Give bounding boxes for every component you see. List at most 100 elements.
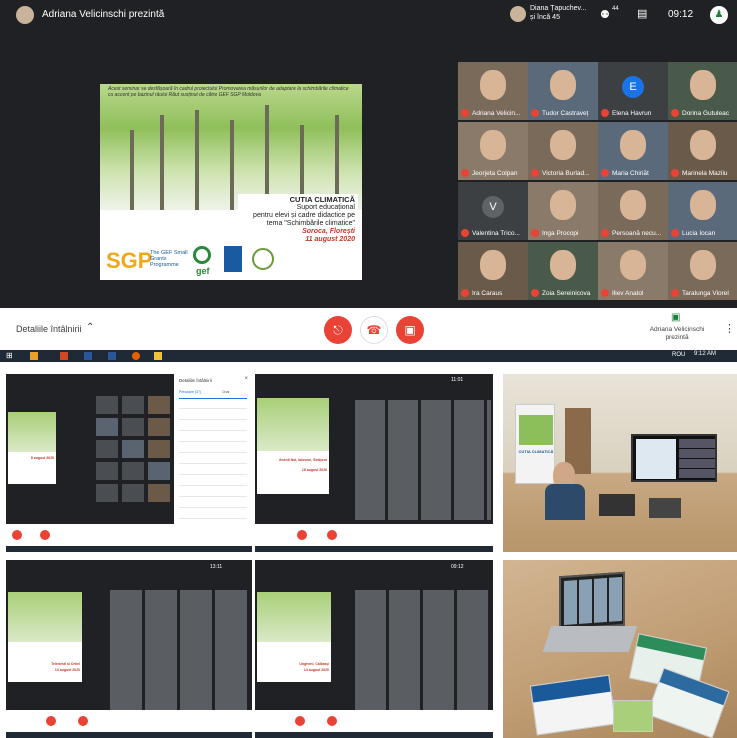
participant-tile[interactable]: Iliev Anatol xyxy=(598,242,668,300)
participant-tile[interactable]: Ira Caraus xyxy=(458,242,528,300)
participant-name: Tudor Castraveț xyxy=(542,110,589,117)
tab-chat[interactable]: Chat xyxy=(222,390,229,394)
participant-video xyxy=(690,130,716,160)
app-icon[interactable] xyxy=(108,352,116,360)
lang-indicator: ROU xyxy=(672,352,686,358)
app-icon[interactable] xyxy=(30,352,38,360)
participant-video xyxy=(620,130,646,160)
close-icon[interactable]: × xyxy=(244,376,248,382)
participant-initial: E xyxy=(622,76,644,98)
slide-subtitle-1: Suport educațional xyxy=(296,204,355,211)
slide-subtitle-2: pentru elevi și cadre didactice pe xyxy=(253,212,355,219)
participant-tile[interactable]: V Valentina Trico... xyxy=(458,182,528,240)
mic-off-button[interactable]: ⎋ xyxy=(324,316,352,344)
thumb-grid xyxy=(110,590,250,710)
participant-tile[interactable]: Tudor Castraveț xyxy=(528,62,598,120)
participant-video xyxy=(690,70,716,100)
participant-tile[interactable]: Maria Chiriăt xyxy=(598,122,668,180)
mic-muted-icon xyxy=(531,109,539,117)
slide-title-card: CUTIA CLIMATICĂ Suport educațional pentr… xyxy=(238,194,358,250)
thumb-time: 11:01 xyxy=(451,377,464,383)
phone-icon: ☎ xyxy=(366,323,382,337)
mic-muted-icon xyxy=(601,109,609,117)
laptop xyxy=(599,494,635,516)
participant-tile[interactable]: Victoria Burlad... xyxy=(528,122,598,180)
people-icon[interactable]: ⚉ xyxy=(600,8,610,21)
participant-tile[interactable]: Lucia Iocan xyxy=(668,182,737,240)
banner-title: CUTIA CLIMATICĂ xyxy=(518,449,554,454)
gef-logo: gef xyxy=(196,266,210,276)
camera-off-button[interactable]: ▣ xyxy=(396,316,424,344)
participants-grid: Adriana Velicin... Tudor Castraveț E Elena … xyxy=(458,62,737,302)
thumb-slide-place: Telenesti și Orhei xyxy=(51,662,80,666)
meeting-details-button[interactable]: Detaliile întâlnirii xyxy=(16,324,82,334)
app-icon[interactable] xyxy=(60,352,68,360)
more-options-icon[interactable]: ⋮ xyxy=(724,322,735,335)
chevron-up-icon[interactable]: ⌃ xyxy=(86,322,94,333)
participant-name: Jeorjeta Colpan xyxy=(472,170,518,177)
mic-muted-icon xyxy=(671,289,679,297)
participant-tile[interactable]: Dorina Gutuleac xyxy=(668,62,737,120)
participant-tile[interactable]: Marinela Mazilu xyxy=(668,122,737,180)
participant-name: Iliev Anatol xyxy=(612,290,644,297)
people-count: 44 xyxy=(612,6,619,12)
slide-subtitle-3: tema "Schimbările climatice" xyxy=(266,220,355,227)
folder-icon[interactable] xyxy=(154,352,162,360)
participant-video xyxy=(690,190,716,220)
top-bar: Adriana Velicinschi prezintă Diana Țapuc… xyxy=(0,0,737,32)
presenter-label: Adriana Velicinschi prezintă xyxy=(42,9,165,20)
thumb-slide-date: 13 august 2020 xyxy=(54,668,80,672)
app-icon[interactable] xyxy=(84,352,92,360)
participant-video xyxy=(620,190,646,220)
participant-name: Marinela Mazilu xyxy=(682,170,728,177)
participant-name: Maria Chiriăt xyxy=(612,170,649,177)
tab-people[interactable]: Persoane (37) xyxy=(179,390,201,394)
mic-muted-icon xyxy=(671,109,679,117)
clock-time: 09:12 xyxy=(668,9,694,20)
participant-name: Adriana Velicin... xyxy=(472,110,521,117)
mic-muted-icon xyxy=(461,229,469,237)
present-icon[interactable]: ▣ xyxy=(671,312,680,323)
participant-tile[interactable]: Taralunga Viorel xyxy=(668,242,737,300)
mic-muted-icon xyxy=(461,169,469,177)
undp-logo-icon xyxy=(224,246,242,272)
presentation-slide: Acest seminar se desfășoară în cadrul pr… xyxy=(100,84,362,280)
thumb-slide-date: 18 august 2020 xyxy=(301,468,327,472)
participant-tile[interactable]: Adriana Velicin... xyxy=(458,62,528,120)
participant-tile[interactable]: Jeorjeta Colpan xyxy=(458,122,528,180)
participant-tile[interactable]: Inga Procopi xyxy=(528,182,598,240)
participant-video xyxy=(480,70,506,100)
thumb-slide-date: 8 august 2020 xyxy=(30,456,54,460)
mic-muted-icon xyxy=(671,169,679,177)
hang-up-button[interactable]: ☎ xyxy=(360,316,388,344)
meet-window: Adriana Velicinschi prezintă Diana Țapuc… xyxy=(0,0,737,362)
participant-video xyxy=(550,70,576,100)
thumb-time: 13:11 xyxy=(210,564,223,570)
details-side-panel: Detaliile întâlnirii × Persoane (37) Cha… xyxy=(174,374,252,524)
participant-name: Zoia Sereinicova xyxy=(542,290,591,297)
participant-tile[interactable]: Persoană necu... xyxy=(598,182,668,240)
chat-icon[interactable]: ▤ xyxy=(637,7,647,20)
thumb-grid xyxy=(96,396,178,524)
screenshot-meeting-4: Ungheni, Călăraşi 14 august 2020 09:12 xyxy=(255,560,493,738)
participant-tile[interactable]: E Elena Havrun xyxy=(598,62,668,120)
windows-start-icon[interactable]: ⊞ xyxy=(6,351,13,360)
brochure xyxy=(646,667,730,738)
presenting-label: Adriana Velicinschi prezintă xyxy=(649,326,705,341)
thumb-slide: 8 august 2020 xyxy=(8,412,56,484)
thumb-slide-place: Anenii Noi, Ialoveni, Străşeni xyxy=(278,458,327,462)
participant-name: Persoană necu... xyxy=(612,230,662,237)
user-avatar[interactable]: ♟ xyxy=(710,6,728,24)
laptop xyxy=(649,498,681,518)
mic-muted-icon xyxy=(531,229,539,237)
laptop-screen xyxy=(559,571,625,631)
camera-off-icon: ▣ xyxy=(404,323,416,337)
participant-video xyxy=(550,190,576,220)
thumb-slide-place: Ungheni, Călăraşi xyxy=(299,662,329,666)
browser-icon[interactable] xyxy=(132,352,140,360)
mic-muted-icon xyxy=(601,289,609,297)
slide-place: Soroca, Florești xyxy=(302,228,355,235)
participant-tile[interactable]: Zoia Sereinicova xyxy=(528,242,598,300)
person-body xyxy=(545,484,585,520)
thumb-slide: Ungheni, Călăraşi 14 august 2020 xyxy=(257,592,331,682)
